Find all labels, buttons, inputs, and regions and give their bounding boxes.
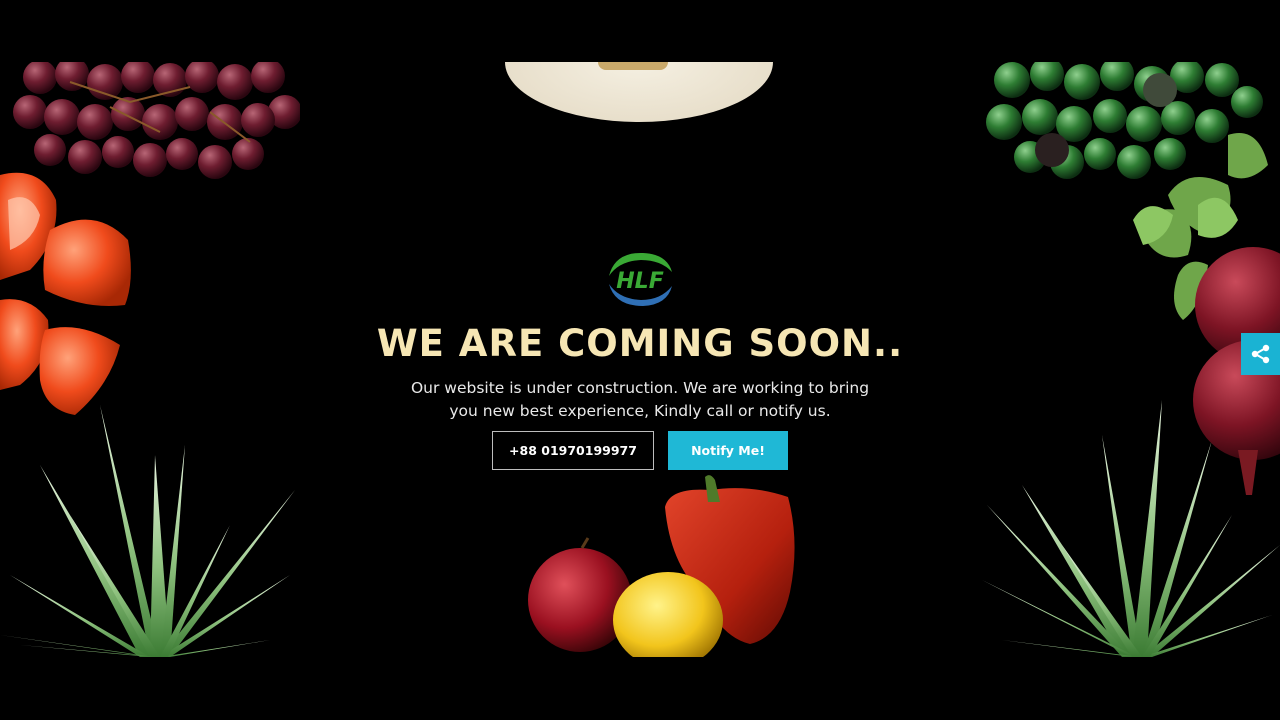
brand-logo: HLF	[605, 250, 675, 308]
tomato-slices-image	[0, 172, 131, 415]
page-title: WE ARE COMING SOON..	[376, 322, 904, 365]
plate-image	[505, 62, 773, 122]
phone-button[interactable]: +88 01970199977	[492, 431, 654, 470]
beetroot-image	[1133, 133, 1280, 495]
red-grapes-image	[13, 62, 300, 179]
pineapple-crown-left-image	[0, 405, 295, 657]
share-icon	[1251, 344, 1269, 364]
notify-me-button[interactable]: Notify Me!	[668, 431, 788, 470]
subtitle-line-2: you new best experience, Kindly call or …	[449, 402, 831, 420]
subtitle-line-1: Our website is under construction. We ar…	[410, 379, 870, 397]
fruit-vegetable-group-image	[528, 475, 795, 657]
plate-food-image	[598, 62, 668, 70]
page-subtitle: Our website is under construction. We ar…	[380, 377, 900, 423]
logo-text: HLF	[616, 269, 663, 294]
coming-soon-page: HLF WE ARE COMING SOON.. Our website is …	[0, 0, 1280, 720]
share-button[interactable]	[1241, 333, 1280, 375]
